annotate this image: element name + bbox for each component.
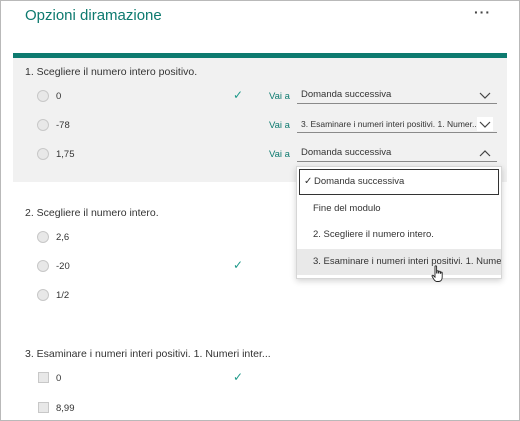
chevron-up-icon: [479, 150, 491, 157]
check-icon: ✓: [233, 258, 244, 272]
option-label: 2,6: [56, 232, 70, 243]
question-3-text: 3. Esaminare i numeri interi positivi. 1…: [25, 348, 271, 360]
check-icon: ✓: [233, 370, 244, 384]
go-to-label: Vai a: [269, 149, 290, 160]
checkbox[interactable]: [38, 402, 49, 413]
menu-item-label: Fine del modulo: [313, 203, 381, 214]
more-options-icon[interactable]: ···: [474, 4, 491, 20]
option-label: 0: [56, 91, 62, 102]
hand-pointer-icon: [431, 265, 443, 282]
panel-title: Opzioni diramazione: [25, 7, 162, 24]
option-label: 0: [56, 373, 62, 384]
go-to-dropdown-open[interactable]: Domanda successiva: [297, 146, 497, 162]
check-icon: ✓: [233, 88, 244, 102]
go-to-label: Vai a: [269, 91, 290, 102]
radio-button[interactable]: [37, 90, 49, 102]
menu-item-label: 2. Scegliere il numero intero.: [313, 229, 434, 240]
check-icon: ✓: [304, 176, 313, 187]
option-label: 1,75: [56, 149, 75, 160]
go-to-value: 3. Esaminare i numeri interi positivi. 1…: [301, 119, 480, 129]
panel-header: Opzioni diramazione ···: [1, 1, 519, 53]
checkbox[interactable]: [38, 372, 49, 383]
go-to-label: Vai a: [269, 120, 290, 131]
menu-item-label: Domanda successiva: [314, 176, 405, 187]
go-to-dropdown[interactable]: Domanda successiva: [297, 88, 497, 104]
go-to-dropdown-menu: ✓ Domanda successiva Fine del modulo 2. …: [296, 166, 502, 279]
menu-item-question-3[interactable]: 3. Esaminare i numeri interi positivi. 1…: [297, 249, 501, 275]
menu-item-question-2[interactable]: 2. Scegliere il numero intero.: [297, 222, 501, 248]
option-label: -78: [56, 120, 70, 131]
branching-options-panel: Opzioni diramazione ··· 1. Scegliere il …: [0, 0, 520, 421]
question-1-text: 1. Scegliere il numero intero positivo.: [25, 66, 198, 78]
radio-button[interactable]: [37, 260, 49, 272]
chevron-down-icon: [479, 92, 491, 99]
radio-button[interactable]: [37, 148, 49, 160]
option-label: -20: [56, 261, 70, 272]
chevron-down-icon: [477, 117, 493, 131]
go-to-value: Domanda successiva: [301, 89, 392, 100]
radio-button[interactable]: [37, 231, 49, 243]
go-to-dropdown[interactable]: 3. Esaminare i numeri interi positivi. 1…: [297, 117, 497, 133]
menu-item-end-of-form[interactable]: Fine del modulo: [297, 196, 501, 222]
option-label: 1/2: [56, 290, 70, 301]
radio-button[interactable]: [37, 289, 49, 301]
go-to-value: Domanda successiva: [301, 147, 392, 158]
radio-button[interactable]: [37, 119, 49, 131]
menu-item-label: 3. Esaminare i numeri interi positivi. 1…: [313, 256, 501, 267]
option-label: 8,99: [56, 403, 75, 414]
menu-item-next-question[interactable]: ✓ Domanda successiva: [299, 169, 499, 195]
question-2-text: 2. Scegliere il numero intero.: [25, 207, 159, 219]
